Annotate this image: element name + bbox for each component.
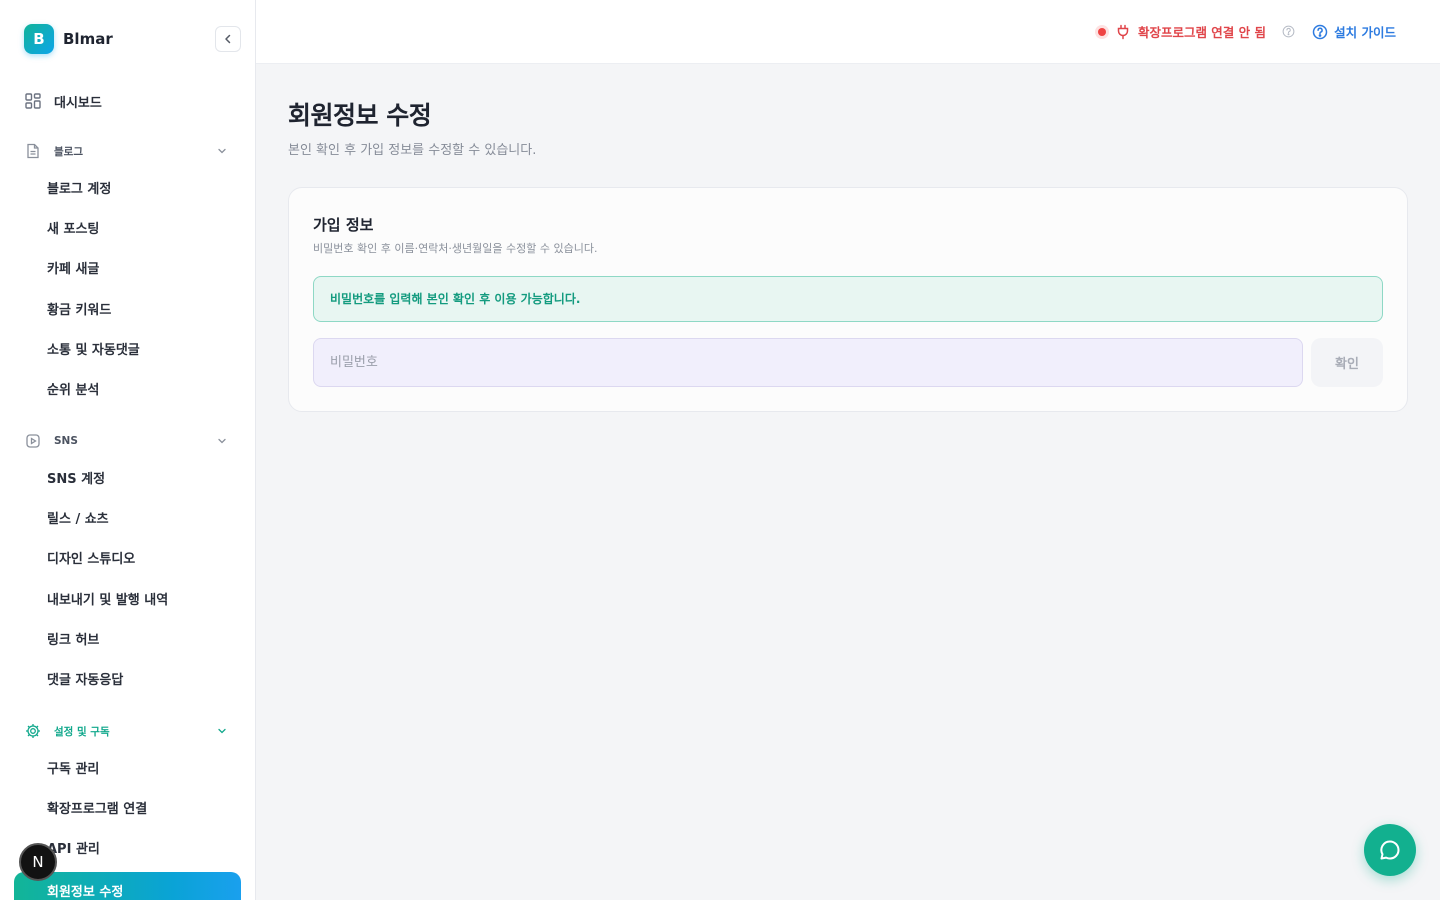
collapse-sidebar-button[interactable] [215, 26, 241, 52]
sidebar-item-label: 회원정보 수정 [47, 885, 124, 900]
sidebar-item-new-post[interactable]: 새 포스팅 [47, 220, 99, 240]
chat-bubble-icon [1380, 840, 1400, 860]
sidebar-group-label: 설정 및 구독 [54, 725, 110, 738]
signup-info-card: 가입 정보 비밀번호 확인 후 이름·연락처·생년월일을 수정할 수 있습니다.… [288, 187, 1408, 412]
card-title: 가입 정보 [313, 216, 374, 234]
sidebar-item-sns-account[interactable]: SNS 계정 [47, 470, 105, 490]
extension-status[interactable]: 확장프로그램 연결 안 됨 [1097, 22, 1266, 41]
sidebar: B Blmar 대시보드 블로그 블로그 계정 새 포스팅 카페 새글 황금 키… [0, 0, 256, 900]
play-icon [26, 434, 40, 448]
install-guide-link[interactable]: 설치 가이드 [1312, 22, 1396, 41]
password-input[interactable] [313, 338, 1303, 387]
sidebar-group-settings[interactable]: 설정 및 구독 [24, 720, 232, 742]
sidebar-item-design-studio[interactable]: 디자인 스튜디오 [47, 550, 135, 570]
sidebar-item-blog-account[interactable]: 블로그 계정 [47, 180, 111, 200]
sidebar-item-rank-analysis[interactable]: 순위 분석 [47, 381, 99, 401]
question-circle-icon [1312, 24, 1328, 39]
brand-logo: B [24, 24, 54, 54]
chevron-down-icon [218, 438, 226, 444]
grid-icon [25, 93, 41, 109]
sidebar-group-label: 블로그 [54, 145, 83, 158]
brand-name: Blmar [63, 30, 113, 48]
document-icon [27, 143, 39, 159]
chat-button[interactable] [1364, 824, 1416, 876]
floating-n-badge[interactable]: N [19, 843, 57, 881]
plug-icon [1117, 24, 1129, 39]
help-icon[interactable] [1282, 25, 1295, 38]
sidebar-item-link-hub[interactable]: 링크 허브 [47, 631, 99, 651]
sidebar-group-blog[interactable]: 블로그 [24, 140, 232, 162]
sidebar-group-label: SNS [54, 435, 78, 447]
page-subtitle: 본인 확인 후 가입 정보를 수정할 수 있습니다. [288, 143, 537, 158]
card-description: 비밀번호 확인 후 이름·연락처·생년월일을 수정할 수 있습니다. [313, 242, 598, 255]
chevron-down-icon [218, 148, 226, 154]
sidebar-item-auto-comment[interactable]: 소통 및 자동댓글 [47, 341, 140, 361]
sidebar-item-extension-connect[interactable]: 확장프로그램 연결 [47, 800, 147, 820]
confirm-button[interactable]: 확인 [1311, 338, 1383, 387]
gear-icon [26, 724, 40, 738]
sidebar-item-label: 대시보드 [54, 95, 102, 111]
sidebar-item-subscription[interactable]: 구독 관리 [47, 760, 99, 780]
chevron-down-icon [218, 728, 226, 734]
sidebar-item-golden-keyword[interactable]: 황금 키워드 [47, 301, 111, 321]
install-guide-label: 설치 가이드 [1334, 25, 1396, 40]
brand[interactable]: B Blmar [24, 24, 113, 54]
status-dot [1097, 27, 1106, 36]
verification-notice: 비밀번호를 입력해 본인 확인 후 이용 가능합니다. [313, 276, 1383, 322]
sidebar-item-cafe-post[interactable]: 카페 새글 [47, 260, 99, 280]
top-header: 확장프로그램 연결 안 됨 설치 가이드 [256, 0, 1440, 64]
sidebar-group-sns[interactable]: SNS [24, 430, 232, 452]
sidebar-item-export-history[interactable]: 내보내기 및 발행 내역 [47, 591, 168, 611]
sidebar-item-reels-shorts[interactable]: 릴스 / 쇼츠 [47, 510, 109, 530]
page-title: 회원정보 수정 [288, 101, 432, 130]
sidebar-item-dashboard[interactable]: 대시보드 [24, 90, 102, 112]
extension-status-label: 확장프로그램 연결 안 됨 [1137, 25, 1266, 40]
sidebar-item-comment-autoreply[interactable]: 댓글 자동응답 [47, 671, 123, 691]
chevron-left-icon [225, 34, 231, 44]
